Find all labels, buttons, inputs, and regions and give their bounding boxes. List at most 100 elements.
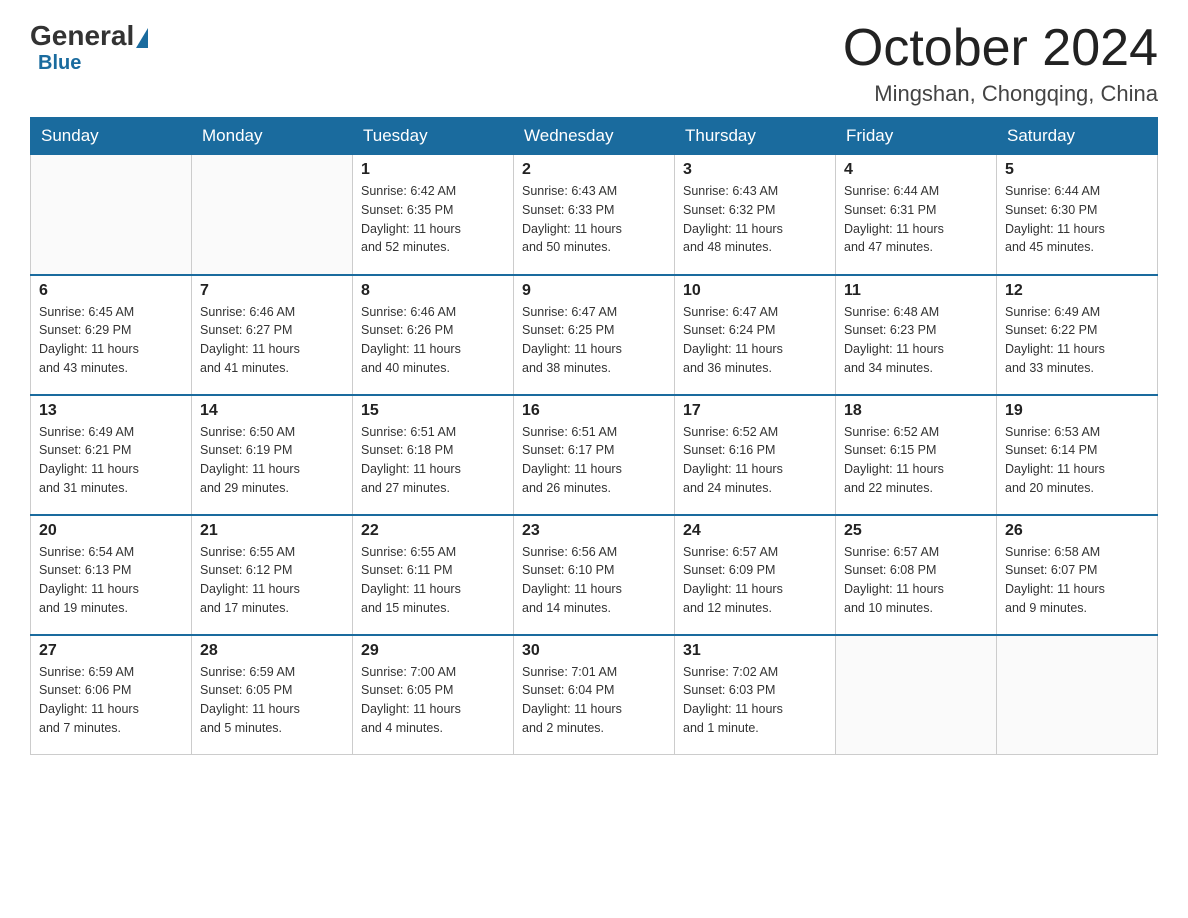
calendar-cell: 19 Sunrise: 6:53 AM Sunset: 6:14 PM Dayli… [997, 395, 1158, 515]
calendar-cell: 15 Sunrise: 6:51 AM Sunset: 6:18 PM Dayli… [353, 395, 514, 515]
calendar-cell: 8 Sunrise: 6:46 AM Sunset: 6:26 PM Daylig… [353, 275, 514, 395]
calendar-cell: 28Sunrise: 6:59 AM Sunset: 6:05 PM Dayli… [192, 635, 353, 755]
calendar-header-sunday: Sunday [31, 118, 192, 155]
day-info: Sunrise: 6:51 AM Sunset: 6:18 PM Dayligh… [361, 423, 505, 498]
calendar-cell: 3 Sunrise: 6:43 AM Sunset: 6:32 PM Daylig… [675, 155, 836, 275]
day-number: 25 [844, 522, 988, 540]
calendar-cell: 17Sunrise: 6:52 AM Sunset: 6:16 PM Dayli… [675, 395, 836, 515]
day-info: Sunrise: 6:49 AM Sunset: 6:22 PM Dayligh… [1005, 303, 1149, 378]
calendar-cell: 26 Sunrise: 6:58 AM Sunset: 6:07 PM Dayli… [997, 515, 1158, 635]
day-info: Sunrise: 6:53 AM Sunset: 6:14 PM Dayligh… [1005, 423, 1149, 498]
day-info: Sunrise: 6:57 AM Sunset: 6:09 PM Dayligh… [683, 543, 827, 618]
day-info: Sunrise: 6:46 AM Sunset: 6:26 PM Dayligh… [361, 303, 505, 378]
calendar-cell: 29Sunrise: 7:00 AM Sunset: 6:05 PM Dayli… [353, 635, 514, 755]
day-info: Sunrise: 6:47 AM Sunset: 6:25 PM Dayligh… [522, 303, 666, 378]
logo: General Blue [30, 20, 148, 75]
calendar-cell: 21 Sunrise: 6:55 AM Sunset: 6:12 PM Dayli… [192, 515, 353, 635]
day-number: 14 [200, 402, 344, 420]
calendar-cell: 5 Sunrise: 6:44 AM Sunset: 6:30 PM Daylig… [997, 155, 1158, 275]
calendar-cell: 9 Sunrise: 6:47 AM Sunset: 6:25 PM Daylig… [514, 275, 675, 395]
calendar-cell: 4Sunrise: 6:44 AM Sunset: 6:31 PM Daylig… [836, 155, 997, 275]
calendar-header-thursday: Thursday [675, 118, 836, 155]
day-number: 18 [844, 402, 988, 420]
calendar-week-row: 27 Sunrise: 6:59 AM Sunset: 6:06 PM Dayli… [31, 635, 1158, 755]
calendar-cell: 1 Sunrise: 6:42 AM Sunset: 6:35 PM Daylig… [353, 155, 514, 275]
day-number: 30 [522, 642, 666, 660]
calendar-week-row: 6Sunrise: 6:45 AM Sunset: 6:29 PM Daylig… [31, 275, 1158, 395]
day-info: Sunrise: 6:55 AM Sunset: 6:12 PM Dayligh… [200, 543, 344, 618]
logo-blue-text: Blue [38, 52, 81, 75]
day-info: Sunrise: 6:58 AM Sunset: 6:07 PM Dayligh… [1005, 543, 1149, 618]
calendar-cell [836, 635, 997, 755]
day-number: 6 [39, 282, 183, 300]
calendar-cell: 31 Sunrise: 7:02 AM Sunset: 6:03 PM Dayli… [675, 635, 836, 755]
calendar-header-monday: Monday [192, 118, 353, 155]
day-info: Sunrise: 6:51 AM Sunset: 6:17 PM Dayligh… [522, 423, 666, 498]
day-number: 16 [522, 402, 666, 420]
day-number: 21 [200, 522, 344, 540]
day-number: 12 [1005, 282, 1149, 300]
day-number: 31 [683, 642, 827, 660]
day-number: 3 [683, 161, 827, 179]
day-number: 8 [361, 282, 505, 300]
calendar-cell [997, 635, 1158, 755]
day-number: 7 [200, 282, 344, 300]
day-info: Sunrise: 6:43 AM Sunset: 6:32 PM Dayligh… [683, 182, 827, 257]
day-number: 9 [522, 282, 666, 300]
calendar-cell [192, 155, 353, 275]
calendar-header-tuesday: Tuesday [353, 118, 514, 155]
day-number: 10 [683, 282, 827, 300]
day-info: Sunrise: 6:54 AM Sunset: 6:13 PM Dayligh… [39, 543, 183, 618]
calendar-cell: 30 Sunrise: 7:01 AM Sunset: 6:04 PM Dayli… [514, 635, 675, 755]
calendar-cell: 11Sunrise: 6:48 AM Sunset: 6:23 PM Dayli… [836, 275, 997, 395]
day-info: Sunrise: 6:59 AM Sunset: 6:06 PM Dayligh… [39, 663, 183, 738]
day-number: 20 [39, 522, 183, 540]
day-info: Sunrise: 6:50 AM Sunset: 6:19 PM Dayligh… [200, 423, 344, 498]
calendar-cell: 24Sunrise: 6:57 AM Sunset: 6:09 PM Dayli… [675, 515, 836, 635]
calendar-cell: 14 Sunrise: 6:50 AM Sunset: 6:19 PM Dayli… [192, 395, 353, 515]
page-header: General Blue October 2024 Mingshan, Chon… [30, 20, 1158, 107]
day-number: 19 [1005, 402, 1149, 420]
calendar-header-friday: Friday [836, 118, 997, 155]
calendar-cell: 20 Sunrise: 6:54 AM Sunset: 6:13 PM Dayli… [31, 515, 192, 635]
day-info: Sunrise: 6:59 AM Sunset: 6:05 PM Dayligh… [200, 663, 344, 738]
day-number: 17 [683, 402, 827, 420]
calendar-week-row: 20 Sunrise: 6:54 AM Sunset: 6:13 PM Dayli… [31, 515, 1158, 635]
day-info: Sunrise: 6:46 AM Sunset: 6:27 PM Dayligh… [200, 303, 344, 378]
day-number: 29 [361, 642, 505, 660]
calendar-header-wednesday: Wednesday [514, 118, 675, 155]
day-number: 4 [844, 161, 988, 179]
calendar-cell: 22Sunrise: 6:55 AM Sunset: 6:11 PM Dayli… [353, 515, 514, 635]
calendar-cell: 7 Sunrise: 6:46 AM Sunset: 6:27 PM Daylig… [192, 275, 353, 395]
day-info: Sunrise: 6:57 AM Sunset: 6:08 PM Dayligh… [844, 543, 988, 618]
calendar-cell: 25 Sunrise: 6:57 AM Sunset: 6:08 PM Dayli… [836, 515, 997, 635]
day-number: 22 [361, 522, 505, 540]
calendar-header-row: SundayMondayTuesdayWednesdayThursdayFrid… [31, 118, 1158, 155]
calendar-cell: 16 Sunrise: 6:51 AM Sunset: 6:17 PM Dayli… [514, 395, 675, 515]
day-info: Sunrise: 6:43 AM Sunset: 6:33 PM Dayligh… [522, 182, 666, 257]
day-number: 23 [522, 522, 666, 540]
day-number: 15 [361, 402, 505, 420]
calendar-cell: 6Sunrise: 6:45 AM Sunset: 6:29 PM Daylig… [31, 275, 192, 395]
title-section: October 2024 Mingshan, Chongqing, China [843, 20, 1158, 107]
day-info: Sunrise: 6:48 AM Sunset: 6:23 PM Dayligh… [844, 303, 988, 378]
day-info: Sunrise: 7:02 AM Sunset: 6:03 PM Dayligh… [683, 663, 827, 738]
day-info: Sunrise: 6:44 AM Sunset: 6:30 PM Dayligh… [1005, 182, 1149, 257]
day-info: Sunrise: 6:52 AM Sunset: 6:15 PM Dayligh… [844, 423, 988, 498]
calendar-week-row: 13Sunrise: 6:49 AM Sunset: 6:21 PM Dayli… [31, 395, 1158, 515]
day-number: 5 [1005, 161, 1149, 179]
day-number: 1 [361, 161, 505, 179]
day-number: 2 [522, 161, 666, 179]
day-info: Sunrise: 6:47 AM Sunset: 6:24 PM Dayligh… [683, 303, 827, 378]
day-info: Sunrise: 6:42 AM Sunset: 6:35 PM Dayligh… [361, 182, 505, 257]
logo-general-text: General [30, 20, 134, 52]
day-number: 26 [1005, 522, 1149, 540]
day-info: Sunrise: 7:01 AM Sunset: 6:04 PM Dayligh… [522, 663, 666, 738]
calendar-cell: 12 Sunrise: 6:49 AM Sunset: 6:22 PM Dayli… [997, 275, 1158, 395]
day-number: 27 [39, 642, 183, 660]
day-number: 13 [39, 402, 183, 420]
calendar-table: SundayMondayTuesdayWednesdayThursdayFrid… [30, 117, 1158, 755]
day-info: Sunrise: 6:56 AM Sunset: 6:10 PM Dayligh… [522, 543, 666, 618]
calendar-cell: 23 Sunrise: 6:56 AM Sunset: 6:10 PM Dayli… [514, 515, 675, 635]
calendar-cell: 18 Sunrise: 6:52 AM Sunset: 6:15 PM Dayli… [836, 395, 997, 515]
